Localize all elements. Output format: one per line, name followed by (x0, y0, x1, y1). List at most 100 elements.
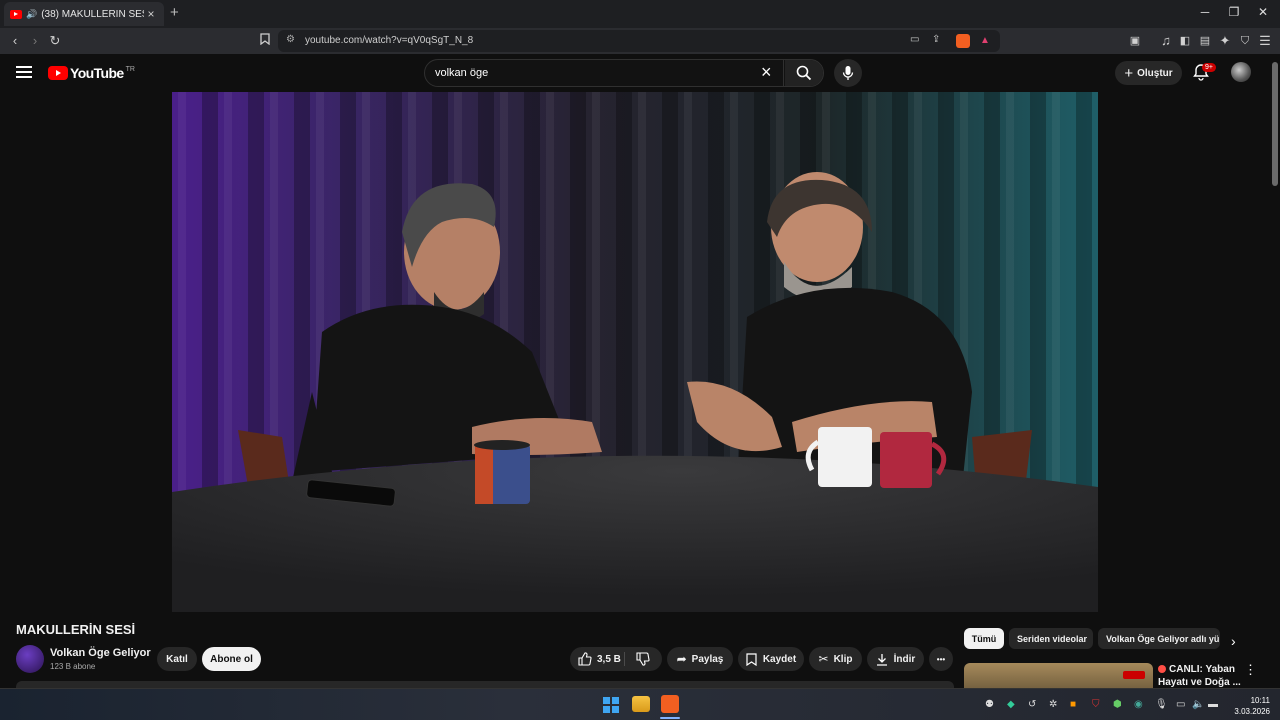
join-button[interactable]: Katıl (157, 647, 197, 671)
tray-security-icon[interactable]: ⬢ (1113, 699, 1122, 710)
tray-battery-icon[interactable]: ▬ (1208, 699, 1218, 710)
account-avatar[interactable] (1231, 62, 1251, 82)
like-count: 3,5 B (597, 653, 621, 665)
logo-text: YouTube (70, 65, 124, 81)
tray-shield-icon[interactable]: ⛉ (1092, 699, 1100, 710)
chip-uploader-label: Volkan Öge Geliyor adlı yükleyiciden (1106, 633, 1220, 644)
search-button[interactable] (785, 60, 823, 86)
clip-label: Klip (833, 653, 853, 665)
reload-icon[interactable]: ↻ (46, 32, 64, 50)
hamburger-menu-icon[interactable] (16, 66, 32, 78)
thumbs-up-icon (578, 652, 592, 666)
tray-network-icon[interactable]: ▭ (1176, 699, 1185, 710)
close-tab-icon[interactable]: × (144, 7, 158, 21)
share-icon: ➦ (676, 652, 687, 666)
youtube-favicon-icon (10, 9, 22, 19)
scissors-icon: ✂ (818, 652, 829, 666)
video-player[interactable] (172, 92, 1098, 612)
create-button[interactable]: + Oluştur (1115, 61, 1182, 85)
forward-icon[interactable]: › (26, 32, 44, 50)
live-dot-icon (1158, 665, 1166, 673)
back-icon[interactable]: ‹ (6, 32, 24, 50)
browser-menu-icon[interactable]: ☰ (1256, 32, 1274, 50)
bookmark-icon[interactable] (256, 32, 274, 50)
join-label: Katıl (166, 653, 188, 665)
download-button[interactable]: İndir (867, 647, 924, 671)
taskbar-clock[interactable]: 10:11 3.03.2026 (1226, 695, 1270, 717)
plus-icon: + (1124, 64, 1134, 82)
share-button[interactable]: ➦ Paylaş (667, 647, 733, 671)
tray-warning-icon[interactable]: ■ (1070, 699, 1076, 710)
youtube-logo[interactable]: YouTube TR (48, 65, 135, 81)
minimize-button[interactable]: ─ (1190, 5, 1220, 19)
clip-button[interactable]: ✂ Klip (809, 647, 862, 671)
wallet-icon[interactable]: ▤ (1196, 32, 1214, 50)
brave-browser-icon[interactable] (661, 695, 679, 713)
brave-rewards-icon[interactable]: ▲ (980, 35, 990, 46)
brave-shields-icon[interactable] (956, 34, 970, 48)
like-button[interactable]: 3,5 B (578, 652, 621, 666)
clear-search-icon[interactable]: × (761, 62, 772, 83)
browser-tab-strip: 🔊 (38) MAKULLERİN SESİ - YouTube × + ─ ❐… (0, 0, 1280, 28)
new-tab-button[interactable]: + (170, 4, 179, 21)
notification-badge: 9+ (1202, 63, 1216, 72)
video-frame-image (172, 92, 1098, 612)
url-text: youtube.com/watch?v=qV0qSgT_N_8 (305, 35, 474, 46)
clock-time: 10:11 (1250, 696, 1270, 705)
restore-button[interactable]: ❐ (1219, 5, 1249, 19)
chip-all[interactable]: Tümü (964, 628, 1004, 649)
close-window-button[interactable]: ✕ (1248, 5, 1278, 19)
video-title: MAKULLERİN SESİ (16, 622, 136, 637)
subscribe-label: Abone ol (210, 653, 253, 665)
clock-date: 3.03.2026 (1234, 707, 1270, 716)
leo-ai-icon[interactable]: ✦ (1216, 32, 1234, 50)
save-button[interactable]: Kaydet (738, 647, 804, 671)
page-scrollbar[interactable] (1270, 54, 1280, 688)
chip-uploader[interactable]: Volkan Öge Geliyor adlı yükleyiciden (1098, 628, 1220, 649)
share-label: Paylaş (691, 653, 724, 665)
more-actions-button[interactable]: ••• (929, 647, 953, 671)
split-view-icon[interactable]: ◧ (1176, 32, 1194, 50)
site-info-icon[interactable]: ⚙ (286, 34, 295, 45)
cast-icon[interactable]: ▭ (910, 34, 919, 45)
tray-mic-icon[interactable]: 🎙 (1155, 699, 1168, 710)
tray-nvidia-icon[interactable]: ◆ (1007, 699, 1015, 710)
tray-sync-icon[interactable]: ↺ (1028, 699, 1036, 710)
tray-app-icon[interactable]: ⚉ (985, 699, 994, 710)
channel-name[interactable]: Volkan Öge Geliyor (50, 647, 151, 659)
file-explorer-icon[interactable] (632, 696, 650, 712)
voice-search-button[interactable] (834, 59, 862, 87)
windows-start-icon[interactable] (603, 697, 619, 713)
browser-toolbar: ‹ › ↻ ⚙ youtube.com/watch?v=qV0qSgT_N_8 … (0, 28, 1280, 54)
chip-series[interactable]: Seriden videolar (1009, 628, 1093, 649)
tray-volume-icon[interactable]: 🔈 (1192, 699, 1204, 710)
tray-settings-icon[interactable]: ✲ (1049, 699, 1057, 710)
browser-tab-youtube[interactable]: 🔊 (38) MAKULLERİN SESİ - YouTube × (4, 2, 164, 26)
recommendation-title-text: CANLI: Yaban Hayatı ve Doğa ... (1158, 664, 1241, 688)
live-badge (1123, 671, 1145, 679)
windows-taskbar: ⚉ ◆ ↺ ✲ ■ ⛉ ⬢ ◉ 🎙 ▭ 🔈 ▬ 10:11 3.03.2026 (0, 688, 1280, 720)
youtube-header: YouTube TR volkan öge × + Oluştur (0, 54, 1280, 92)
media-music-icon[interactable]: ♫ (1157, 32, 1175, 50)
recommendation-menu-icon[interactable]: ⋮ (1244, 662, 1257, 678)
search-input[interactable]: volkan öge (435, 67, 488, 79)
sidebar-panel-icon[interactable]: ▣ (1126, 32, 1144, 50)
dislike-button[interactable] (636, 652, 650, 669)
download-label: İndir (893, 653, 916, 665)
channel-avatar[interactable] (16, 645, 44, 673)
download-icon (876, 653, 887, 666)
tray-edge-icon[interactable]: ◉ (1134, 699, 1143, 710)
share-page-icon[interactable]: ⇪ (932, 34, 940, 45)
search-box[interactable]: volkan öge × (424, 59, 824, 87)
search-icon (796, 65, 812, 81)
chip-all-label: Tümü (971, 633, 997, 644)
more-actions-label: ••• (936, 654, 946, 664)
scrollbar-thumb[interactable] (1272, 62, 1278, 186)
chevron-right-icon[interactable]: › (1231, 633, 1236, 649)
address-bar[interactable]: ⚙ youtube.com/watch?v=qV0qSgT_N_8 ▭ ⇪ ▲ (278, 30, 1000, 52)
subscribe-button[interactable]: Abone ol (202, 647, 261, 671)
subscriber-count: 123 B abone (50, 662, 96, 671)
vpn-shield-icon[interactable]: ⛉ (1236, 32, 1254, 50)
speaker-icon[interactable]: 🔊 (26, 9, 37, 20)
recommendation-title[interactable]: CANLI: Yaban Hayatı ve Doğa ... (1158, 663, 1244, 689)
